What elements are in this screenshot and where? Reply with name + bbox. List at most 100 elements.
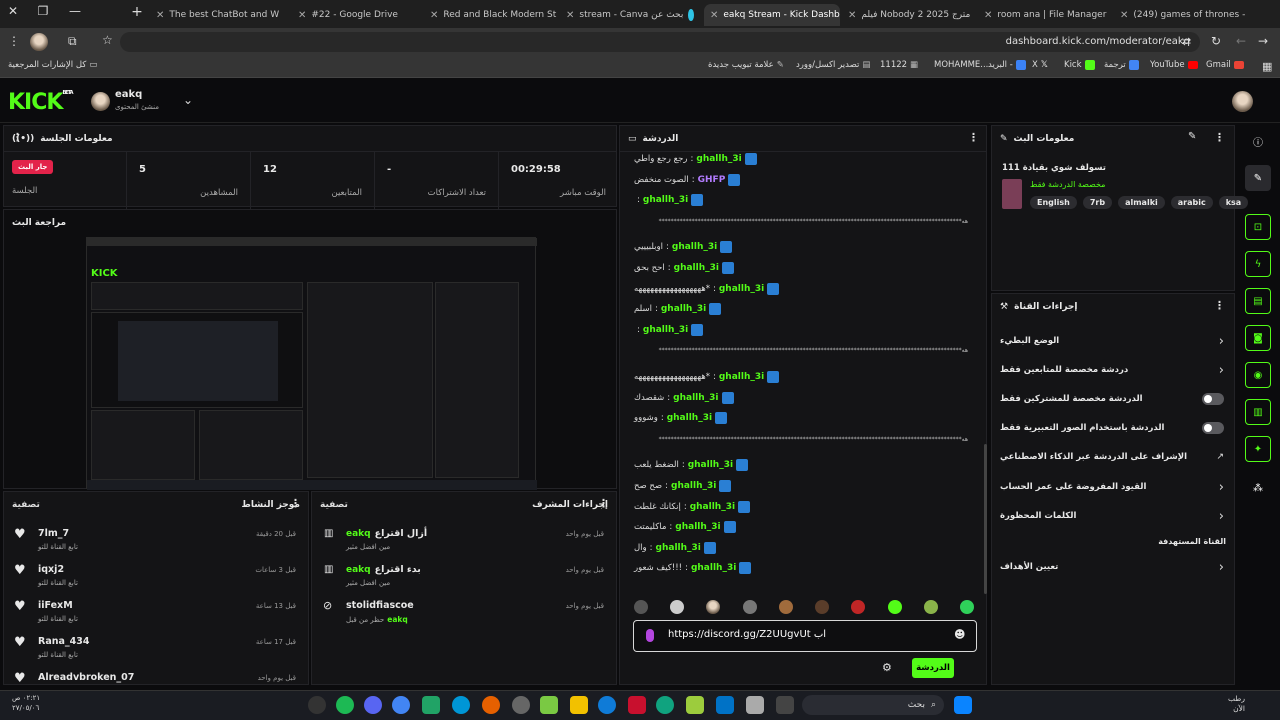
more-options-icon[interactable]: ⋮ [12,131,23,144]
chat-username[interactable]: ghallh_3i [688,460,733,470]
more-options-icon[interactable]: ⋮ [290,497,301,510]
stream-video[interactable]: KICK [86,237,537,490]
chat-scrollbar[interactable] [984,444,987,594]
mcafee-icon[interactable] [628,696,646,714]
emote-icon[interactable] [634,600,648,614]
chat-username[interactable]: ghallh_3i [696,154,741,164]
subscribers-only-toggle[interactable] [1202,393,1224,405]
bookmark-mail[interactable]: البريد - [988,60,1026,70]
lightning-icon[interactable]: ϟ [1245,251,1271,277]
restore-window-icon[interactable]: ❐ [30,4,56,18]
option-banned-words[interactable]: الكلمات المحظورة › [992,502,1234,530]
chat-input-value[interactable]: https://discord.gg/Z2UUgvUt اب [668,629,826,640]
firefox-icon[interactable] [482,696,500,714]
bookmark-new-tab[interactable]: علامة تبويب جديدة ✎ [708,60,784,70]
emote-icon[interactable] [742,600,757,614]
channel-avatar[interactable] [91,92,110,111]
emote-icon[interactable] [923,600,938,614]
chrome-icon[interactable] [392,696,410,714]
chat-username[interactable]: ghallh_3i [671,481,716,491]
filter-label[interactable]: تصفية [12,500,40,510]
more-options-icon[interactable]: ⋮ [968,131,979,144]
kick-logo[interactable]: KICKBETA [8,90,74,115]
apps-grid-icon[interactable]: ▦ [1262,60,1272,73]
chat-username[interactable]: ghallh_3i [673,393,718,403]
url-text[interactable]: dashboard.kick.com/moderator/eakq [1006,36,1190,47]
chat-username[interactable]: ghallh_3i [656,543,701,553]
weather-widget[interactable]: رطب الآن [1228,694,1245,714]
back-icon[interactable]: → [1258,34,1268,48]
chat-username[interactable]: ghallh_3i [691,563,736,573]
wrench-icon[interactable]: ✦ [1245,436,1271,462]
browser-tab[interactable]: ✕ (249) games of thrones - [1114,4,1254,26]
option-set-goals[interactable]: تعيين الأهداف › [992,553,1234,581]
filter-label[interactable]: تصفية [320,500,348,510]
browser-tab[interactable]: ✕ Red and Black Modern St [424,4,558,26]
chat-username[interactable]: ghallh_3i [719,372,764,382]
browser-tab[interactable]: ✕ The best ChatBot and W [150,4,290,26]
site-settings-icon[interactable]: ⇄ [1182,35,1191,48]
send-chat-button[interactable]: الدردشة [912,658,954,678]
chat-username[interactable]: ghallh_3i [690,502,735,512]
minimize-window-icon[interactable]: — [62,4,88,18]
user-avatar[interactable] [1232,91,1253,112]
category-thumbnail[interactable] [1002,179,1022,209]
excel-icon[interactable] [422,696,440,714]
bookmark-gmail[interactable]: Gmail [1206,60,1244,70]
taskbar-app-icon[interactable] [308,696,326,714]
task-view-icon[interactable] [776,696,794,714]
chat-username[interactable]: ghallh_3i [719,284,764,294]
chat-username[interactable]: ghallh_3i [643,325,688,335]
chatgpt-icon[interactable] [656,696,674,714]
profile-avatar[interactable] [30,33,48,51]
target-icon[interactable]: ⊡ [1245,214,1271,240]
settings-icon[interactable] [512,696,530,714]
emote-icon[interactable] [706,600,721,614]
bookmark-x[interactable]: X𝕏 [1032,60,1048,70]
extensions-icon[interactable]: ⧉ [68,34,77,49]
option-account-age[interactable]: القيود المفروضة على عمر الحساب › [992,473,1234,501]
chevron-down-icon[interactable]: ⌄ [183,93,193,107]
more-options-icon[interactable]: ⋮ [1214,131,1225,144]
bookmark-youtube[interactable]: YouTube [1150,60,1198,70]
emoji-icon[interactable]: ☻ [954,628,965,641]
green-app-icon[interactable] [540,696,558,714]
new-tab-icon[interactable]: + [124,4,150,20]
browser-tab[interactable]: ✕ فيلم Nobody 2 2025 مترج [842,4,976,26]
info-icon[interactable]: ⓘ [1245,128,1271,154]
discord-icon[interactable] [364,696,382,714]
bookmark-kick[interactable]: Kick [1064,60,1095,70]
browser-tab-active[interactable]: ✕ eakq Stream - Kick Dashb [704,4,840,26]
browser-tab[interactable]: ✕ stream - Canva بحث عن [560,4,700,26]
option-slow-mode[interactable]: الوضع البطيء › [992,327,1234,355]
broadcast-sidebar-icon[interactable]: ◉ [1245,362,1271,388]
menu-dots-icon[interactable]: ⋮ [8,34,20,48]
chat-settings-icon[interactable]: ⚙ [882,661,892,674]
category-name[interactable]: مخصصة الدردشة فقط [1030,180,1105,189]
emote-icon[interactable] [815,600,830,614]
hp-icon[interactable] [452,696,470,714]
notepad-icon[interactable] [746,696,764,714]
browser-tab[interactable]: ✕#22 - Google Drive▲ [292,4,422,26]
more-options-icon[interactable]: ⋮ [1214,299,1225,312]
outlook-icon[interactable] [716,696,734,714]
edit-icon[interactable]: ✎ [1188,131,1196,142]
bookmark-number[interactable]: 11122 ▦ [880,60,918,70]
emotes-only-toggle[interactable] [1202,422,1224,434]
option-followers-only[interactable]: دردشة مخصصة للمتابعين فقط › [992,356,1234,384]
spotify-icon[interactable] [336,696,354,714]
emote-icon[interactable] [851,600,866,614]
option-ai-moderation[interactable]: الإشراف على الدردشة عبر الذكاء الاصطناعي… [992,443,1234,471]
emote-icon[interactable] [778,600,793,614]
layout-icon[interactable]: ▥ [1245,399,1271,425]
clipboard-icon[interactable]: ▤ [1245,288,1271,314]
edit-sidebar-icon[interactable]: ✎ [1245,165,1271,191]
file-explorer-icon[interactable] [570,696,588,714]
reload-icon[interactable]: ↻ [1211,34,1221,48]
chat-username[interactable]: ghallh_3i [667,413,712,423]
edge-icon[interactable] [598,696,616,714]
close-window-icon[interactable]: ✕ [0,4,26,18]
chat-username[interactable]: ghallh_3i [672,242,717,252]
photos-icon[interactable] [686,696,704,714]
chat-username[interactable]: ghallh_3i [675,522,720,532]
